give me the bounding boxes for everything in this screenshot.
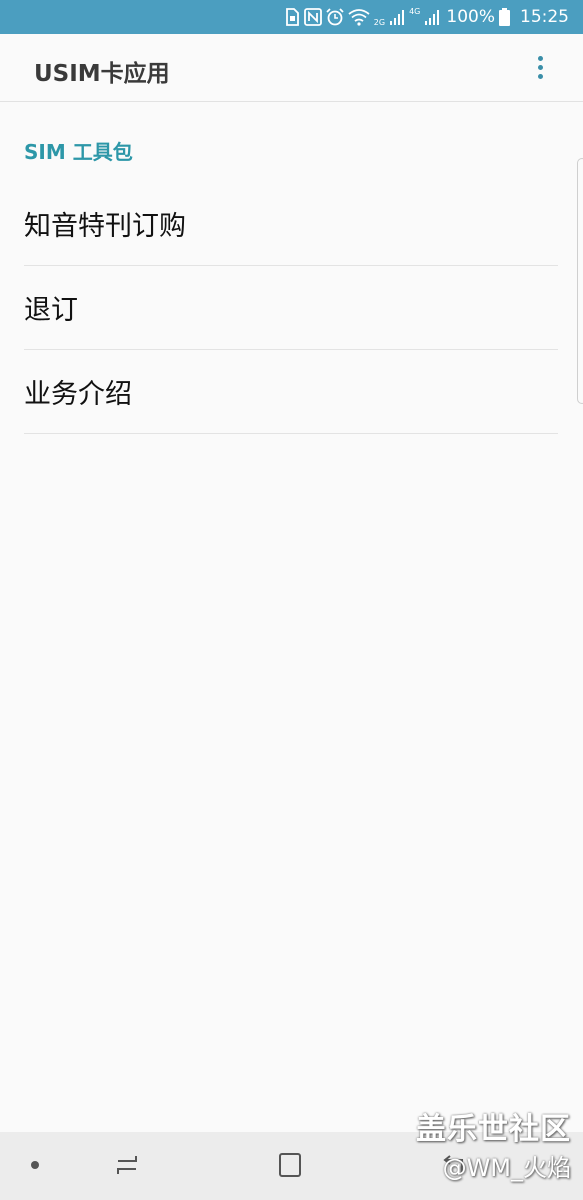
menu-item-service-intro[interactable]: 业务介绍 (24, 350, 558, 434)
signal-4g-icon (425, 10, 440, 25)
menu-item-label: 知音特刊订购 (24, 211, 186, 242)
watermark-site: 盖乐世社区 (416, 1112, 571, 1147)
nfc-icon (303, 8, 322, 26)
network-4g-label: 4G (409, 7, 421, 16)
menu-item-label: 业务介绍 (24, 379, 132, 410)
wifi-icon (348, 9, 370, 26)
battery-percent: 100% (446, 7, 495, 27)
menu-item-unsubscribe[interactable]: 退订 (24, 266, 558, 350)
menu-item-label: 退订 (24, 295, 78, 326)
home-icon[interactable] (278, 1152, 302, 1178)
network-2g-label: 2G (373, 18, 386, 27)
signal-2g-icon (390, 10, 405, 25)
battery-icon (499, 8, 510, 26)
menu-item-subscribe[interactable]: 知音特刊订购 (24, 182, 558, 266)
more-vert-icon-dot (538, 74, 543, 79)
section-header: SIM 工具包 (24, 140, 133, 164)
menu-list: 知音特刊订购 退订 业务介绍 (24, 182, 558, 434)
page-title: USIM卡应用 (34, 61, 170, 87)
more-vert-icon-dot (538, 65, 543, 70)
more-options-button[interactable] (524, 50, 556, 86)
scroll-indicator[interactable] (577, 158, 583, 404)
recent-apps-icon[interactable] (114, 1152, 140, 1178)
alarm-icon (326, 8, 344, 26)
nav-dot-icon[interactable] (31, 1161, 39, 1169)
status-icons: 2G 4G 100% 15:25 (284, 0, 569, 34)
status-bar: 2G 4G 100% 15:25 (0, 0, 583, 34)
watermark-user: @WM_火焰 (442, 1154, 571, 1182)
app-bar: USIM卡应用 (0, 34, 583, 102)
more-vert-icon-dot (538, 56, 543, 61)
sim-toolkit-icon (285, 8, 299, 26)
clock: 15:25 (520, 7, 569, 27)
